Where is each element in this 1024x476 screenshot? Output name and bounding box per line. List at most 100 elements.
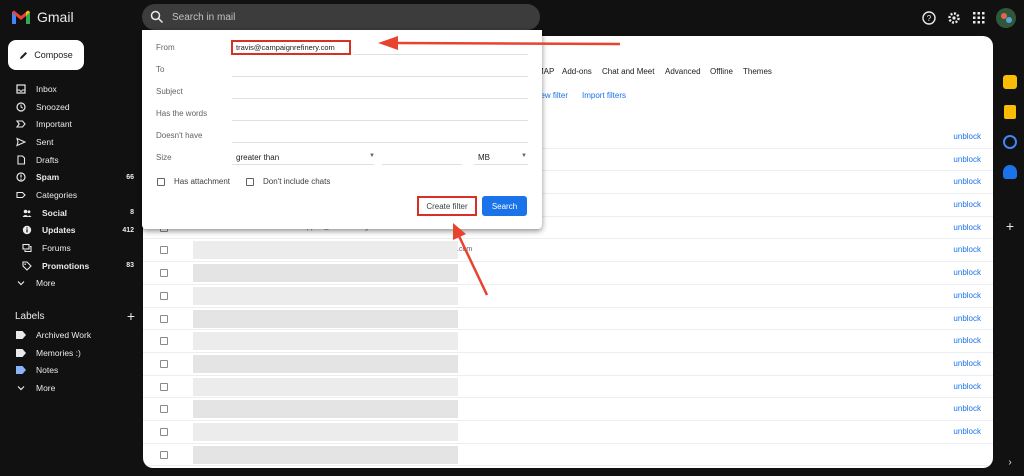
sidebar-item-important[interactable]: Important bbox=[0, 115, 142, 133]
dont-include-chats-checkbox[interactable]: Don't include chats bbox=[246, 177, 330, 186]
sidebar-item-label: More bbox=[36, 278, 56, 289]
unblock-link[interactable]: unblock bbox=[953, 132, 981, 141]
row-checkbox[interactable] bbox=[160, 427, 168, 436]
from-input[interactable]: travis@campaignrefinery.com bbox=[231, 40, 351, 55]
search-button[interactable]: Search bbox=[482, 196, 527, 216]
has-attachment-box[interactable] bbox=[157, 177, 165, 186]
unblock-link[interactable]: unblock bbox=[953, 314, 981, 323]
has-words-input[interactable] bbox=[232, 120, 528, 121]
sidebar-item-categories[interactable]: Categories bbox=[0, 186, 142, 204]
tasks-icon[interactable] bbox=[1003, 135, 1017, 149]
settings-tab-chat-and-meet[interactable]: Chat and Meet bbox=[602, 67, 654, 76]
doesnt-have-row[interactable]: Doesn't have bbox=[156, 128, 528, 144]
app-name: Gmail bbox=[37, 9, 74, 25]
create-filter-button[interactable]: Create filter bbox=[417, 196, 477, 216]
unblock-link[interactable]: unblock bbox=[953, 382, 981, 391]
row-checkbox[interactable] bbox=[160, 405, 168, 414]
search-bar[interactable] bbox=[142, 4, 540, 30]
size-value-input[interactable] bbox=[382, 164, 462, 165]
sidebar-item-label: Drafts bbox=[36, 154, 59, 165]
row-checkbox[interactable] bbox=[160, 450, 168, 459]
label-item-notes[interactable]: Notes bbox=[0, 361, 142, 379]
row-checkbox[interactable] bbox=[160, 337, 168, 346]
gmail-logo[interactable]: Gmail bbox=[11, 9, 74, 25]
search-icon[interactable] bbox=[150, 10, 164, 24]
sidebar-item-updates[interactable]: Updates 412 bbox=[0, 222, 142, 240]
calendar-icon[interactable] bbox=[1003, 75, 1017, 89]
search-input[interactable] bbox=[172, 11, 512, 23]
size-unit-select[interactable]: MB bbox=[478, 153, 490, 162]
settings-tab-add-ons[interactable]: Add-ons bbox=[562, 67, 592, 76]
chevron-right-icon[interactable]: › bbox=[1003, 456, 1017, 470]
row-checkbox[interactable] bbox=[160, 382, 168, 391]
add-label-icon[interactable]: + bbox=[127, 308, 135, 324]
has-words-label: Has the words bbox=[156, 109, 208, 118]
unblock-link[interactable]: unblock bbox=[953, 336, 981, 345]
dont-include-chats-box[interactable] bbox=[246, 177, 254, 186]
to-input[interactable] bbox=[232, 76, 528, 77]
unblock-link[interactable]: unblock bbox=[953, 268, 981, 277]
settings-tab-themes[interactable]: Themes bbox=[743, 67, 772, 76]
has-attachment-label: Has attachment bbox=[174, 177, 231, 186]
size-unit-underline bbox=[474, 164, 528, 165]
sidebar-item-snoozed[interactable]: Snoozed bbox=[0, 98, 142, 116]
label-icon bbox=[16, 190, 26, 200]
sidebar-item-spam[interactable]: Spam 66 bbox=[0, 168, 142, 186]
unblock-link[interactable]: unblock bbox=[953, 223, 981, 232]
label-item-memories[interactable]: Memories :) bbox=[0, 344, 142, 362]
sidebar-item-more[interactable]: More bbox=[0, 275, 142, 293]
row-checkbox[interactable] bbox=[160, 314, 168, 323]
unblock-link[interactable]: unblock bbox=[953, 359, 981, 368]
unblock-link[interactable]: unblock bbox=[953, 200, 981, 209]
sidebar-item-forums[interactable]: Forums bbox=[0, 239, 142, 257]
keep-icon[interactable] bbox=[1004, 105, 1016, 119]
add-addon-icon[interactable]: + bbox=[1003, 219, 1017, 233]
unblock-link[interactable]: unblock bbox=[953, 291, 981, 300]
sidebar-item-social[interactable]: Social 8 bbox=[0, 204, 142, 222]
size-operator-caret-icon[interactable]: ▼ bbox=[369, 153, 375, 159]
doesnt-have-label: Doesn't have bbox=[156, 131, 203, 140]
sender-domain-fragment: .com bbox=[457, 246, 473, 254]
sidebar-item-promotions[interactable]: Promotions 83 bbox=[0, 257, 142, 275]
subject-input[interactable] bbox=[232, 98, 528, 99]
import-filters-link[interactable]: Import filters bbox=[582, 91, 626, 100]
size-unit-caret-icon[interactable]: ▼ bbox=[521, 153, 527, 159]
row-checkbox[interactable] bbox=[160, 291, 168, 300]
settings-gear-icon[interactable] bbox=[946, 10, 962, 26]
row-checkbox[interactable] bbox=[160, 359, 168, 368]
avatar[interactable] bbox=[996, 8, 1016, 28]
compose-button[interactable]: Compose bbox=[8, 40, 84, 70]
settings-tab-offline[interactable]: Offline bbox=[710, 67, 733, 76]
help-icon[interactable]: ? bbox=[921, 10, 937, 26]
unblock-link[interactable]: unblock bbox=[953, 177, 981, 186]
doesnt-have-input[interactable] bbox=[232, 142, 528, 143]
subject-row[interactable]: Subject bbox=[156, 84, 528, 100]
unblock-link[interactable]: unblock bbox=[953, 245, 981, 254]
label-item-text: Notes bbox=[36, 365, 59, 376]
label-tag-icon bbox=[16, 365, 26, 375]
top-right-icons: ? bbox=[921, 8, 1024, 28]
settings-tab-advanced[interactable]: Advanced bbox=[665, 67, 701, 76]
search-filter-dialog: From travis@campaignrefinery.com To Subj… bbox=[142, 30, 542, 229]
from-label: From bbox=[156, 43, 175, 52]
to-row[interactable]: To bbox=[156, 62, 528, 78]
unblock-link[interactable]: unblock bbox=[953, 155, 981, 164]
label-item-archived-work[interactable]: Archived Work bbox=[0, 326, 142, 344]
sidebar-item-inbox[interactable]: Inbox bbox=[0, 80, 142, 98]
redacted-sender bbox=[193, 400, 458, 419]
size-operator-select[interactable]: greater than bbox=[236, 153, 279, 162]
unblock-link[interactable]: unblock bbox=[953, 427, 981, 436]
contacts-icon[interactable] bbox=[1003, 165, 1017, 179]
sidebar-item-sent[interactable]: Sent bbox=[0, 133, 142, 151]
sidebar-item-label: Categories bbox=[36, 189, 78, 200]
from-underline bbox=[353, 54, 528, 55]
has-words-row[interactable]: Has the words bbox=[156, 106, 528, 122]
sidebar-item-drafts[interactable]: Drafts bbox=[0, 151, 142, 169]
apps-grid-icon[interactable] bbox=[971, 10, 987, 26]
has-attachment-checkbox[interactable]: Has attachment bbox=[157, 177, 230, 186]
row-checkbox[interactable] bbox=[160, 246, 168, 255]
row-checkbox[interactable] bbox=[160, 269, 168, 278]
label-item-more[interactable]: More bbox=[0, 379, 142, 397]
unblock-link[interactable]: unblock bbox=[953, 404, 981, 413]
tag-icon bbox=[22, 261, 32, 271]
